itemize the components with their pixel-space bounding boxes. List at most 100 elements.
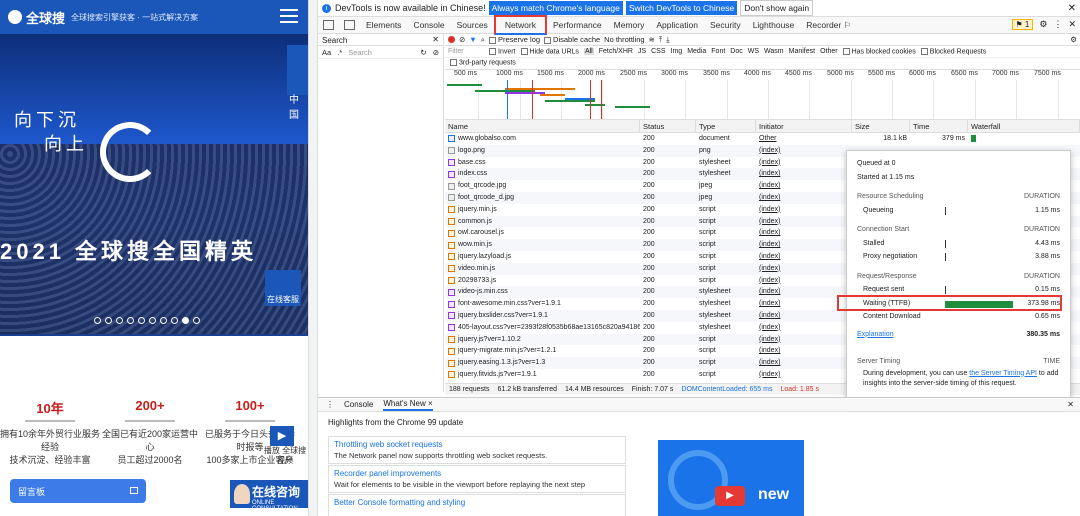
filter-type-wasm[interactable]: Wasm — [764, 48, 784, 55]
upload-icon[interactable]: ⤒ — [659, 35, 662, 45]
throttling-select[interactable]: No throttling — [604, 35, 644, 44]
minimize-icon[interactable] — [130, 487, 138, 494]
explanation-link[interactable]: Explanation — [857, 331, 894, 338]
play-icon[interactable]: ▶ — [715, 486, 745, 506]
close-icon[interactable]: ✕ — [1068, 3, 1076, 14]
disable-cache-checkbox[interactable]: Disable cache — [544, 35, 600, 44]
filter-type-img[interactable]: Img — [671, 48, 683, 55]
request-initiator[interactable]: (index) — [756, 322, 852, 334]
carousel-dot[interactable] — [127, 317, 134, 324]
site-logo[interactable]: 全球搜 — [26, 8, 65, 27]
filter-type-all[interactable]: All — [583, 48, 594, 55]
filter-type-font[interactable]: Font — [711, 48, 725, 55]
carousel-dot[interactable] — [171, 317, 178, 324]
feature-card[interactable]: Recorder panel improvements Wait for ele… — [328, 465, 626, 493]
filter-type-css[interactable]: CSS — [651, 48, 665, 55]
carousel-dot[interactable] — [160, 317, 167, 324]
request-initiator[interactable]: (index) — [756, 227, 852, 239]
refresh-icon[interactable]: ↻ — [420, 48, 426, 57]
message-board-button[interactable]: 留言板 — [10, 479, 146, 503]
filter-type-media[interactable]: Media — [687, 48, 706, 55]
request-initiator[interactable]: (index) — [756, 216, 852, 228]
clear-icon[interactable]: ⊘ — [433, 48, 439, 57]
tab-console[interactable]: Console — [407, 17, 450, 33]
carousel-dots[interactable] — [94, 317, 200, 324]
preserve-log-checkbox[interactable]: Preserve log — [488, 35, 540, 44]
request-initiator[interactable]: (index) — [756, 275, 852, 287]
carousel-dot[interactable] — [149, 317, 156, 324]
request-initiator[interactable]: (index) — [756, 192, 852, 204]
carousel-dot[interactable] — [105, 317, 112, 324]
filter-type-other[interactable]: Other — [820, 48, 838, 55]
device-toggle-icon[interactable] — [344, 20, 355, 30]
feature-card[interactable]: Throttling web socket requests The Netwo… — [328, 436, 626, 464]
carousel-dot[interactable] — [193, 317, 200, 324]
dont-show-button[interactable]: Don't show again — [740, 0, 814, 16]
request-initiator[interactable]: (index) — [756, 369, 852, 381]
filter-type-xhr[interactable]: Fetch/XHR — [599, 48, 633, 55]
tab-recorder[interactable]: Recorder ⚐ — [800, 17, 857, 33]
request-initiator[interactable]: (index) — [756, 310, 852, 322]
request-initiator[interactable]: (index) — [756, 357, 852, 369]
close-drawer-icon[interactable]: ✕ — [1067, 400, 1074, 409]
issues-badge[interactable]: ⚑ 1 — [1011, 19, 1034, 30]
carousel-dot-active[interactable] — [182, 317, 189, 324]
blocked-requests-checkbox[interactable]: Blocked Requests — [920, 47, 986, 55]
request-initiator[interactable]: (index) — [756, 334, 852, 346]
search-input[interactable]: Search — [348, 48, 372, 57]
tab-performance[interactable]: Performance — [547, 17, 608, 33]
online-service-button[interactable]: 在线客服 — [265, 270, 301, 306]
drawer-tab-whats-new[interactable]: What's New × — [383, 399, 433, 411]
more-icon[interactable]: ⋮ — [1053, 19, 1062, 30]
invert-checkbox[interactable]: Invert — [489, 47, 516, 55]
drawer-tab-console[interactable]: Console — [344, 400, 373, 409]
request-initiator[interactable]: (index) — [756, 263, 852, 275]
network-overview[interactable]: 500 ms 1000 ms 1500 ms 2000 ms 2500 ms 3000 m… — [445, 70, 1080, 120]
settings-icon[interactable]: ⚙ — [1070, 35, 1077, 44]
carousel-dot[interactable] — [116, 317, 123, 324]
feature-title[interactable]: Throttling web socket requests — [334, 440, 620, 449]
col-size[interactable]: Size — [852, 120, 910, 132]
tab-elements[interactable]: Elements — [360, 17, 407, 33]
close-search-icon[interactable]: ✕ — [432, 35, 439, 44]
filter-type-js[interactable]: JS — [638, 48, 646, 55]
carousel-dot[interactable] — [94, 317, 101, 324]
table-row[interactable]: www.globalso.com 200 document Other 18.1 kB 3… — [445, 133, 1080, 145]
col-time[interactable]: Time — [910, 120, 968, 132]
inspect-icon[interactable] — [323, 20, 334, 30]
hero-banner[interactable]: 向下沉 向上 2021 全球搜全国精英 在线客服 — [0, 34, 308, 336]
col-waterfall[interactable]: Waterfall — [968, 120, 1080, 132]
tab-application[interactable]: Application — [650, 17, 704, 33]
match-language-button[interactable]: Always match Chrome's language — [488, 1, 623, 15]
filter-type-manifest[interactable]: Manifest — [789, 48, 815, 55]
menu-icon[interactable] — [280, 9, 298, 23]
carousel-dot[interactable] — [138, 317, 145, 324]
tab-memory[interactable]: Memory — [608, 17, 651, 33]
third-party-checkbox[interactable]: 3rd-party requests — [445, 58, 1080, 70]
blocked-cookies-checkbox[interactable]: Has blocked cookies — [842, 47, 916, 55]
clear-log-icon[interactable]: ⊘ — [459, 35, 465, 44]
side-lang-label[interactable]: 中国 — [289, 91, 308, 121]
drawer-menu-icon[interactable]: ⋮ — [326, 400, 334, 409]
filter-type-doc[interactable]: Doc — [730, 48, 742, 55]
play-video-button[interactable]: ▶ — [270, 426, 294, 446]
tab-lighthouse[interactable]: Lighthouse — [747, 17, 801, 33]
feature-title[interactable]: Better Console formatting and styling — [334, 498, 620, 507]
request-initiator[interactable]: (index) — [756, 251, 852, 263]
server-timing-link[interactable]: the Server Timing API — [969, 370, 1037, 377]
col-initiator[interactable]: Initiator — [756, 120, 852, 132]
col-name[interactable]: Name — [445, 120, 640, 132]
side-float-panel[interactable] — [287, 45, 308, 95]
match-case-icon[interactable]: Aa — [322, 48, 331, 57]
feature-title[interactable]: Recorder panel improvements — [334, 469, 620, 478]
request-initiator[interactable]: (index) — [756, 180, 852, 192]
request-initiator[interactable]: (index) — [756, 145, 852, 157]
request-initiator[interactable]: (index) — [756, 345, 852, 357]
tab-network[interactable]: Network — [493, 15, 547, 35]
search-icon[interactable]: ⌕ — [481, 35, 485, 45]
filter-input[interactable]: Filter — [448, 48, 484, 55]
filter-type-ws[interactable]: WS — [748, 48, 759, 55]
col-status[interactable]: Status — [640, 120, 696, 132]
close-devtools-icon[interactable]: ✕ — [1068, 19, 1076, 30]
wifi-icon[interactable]: ≋ — [649, 35, 655, 44]
